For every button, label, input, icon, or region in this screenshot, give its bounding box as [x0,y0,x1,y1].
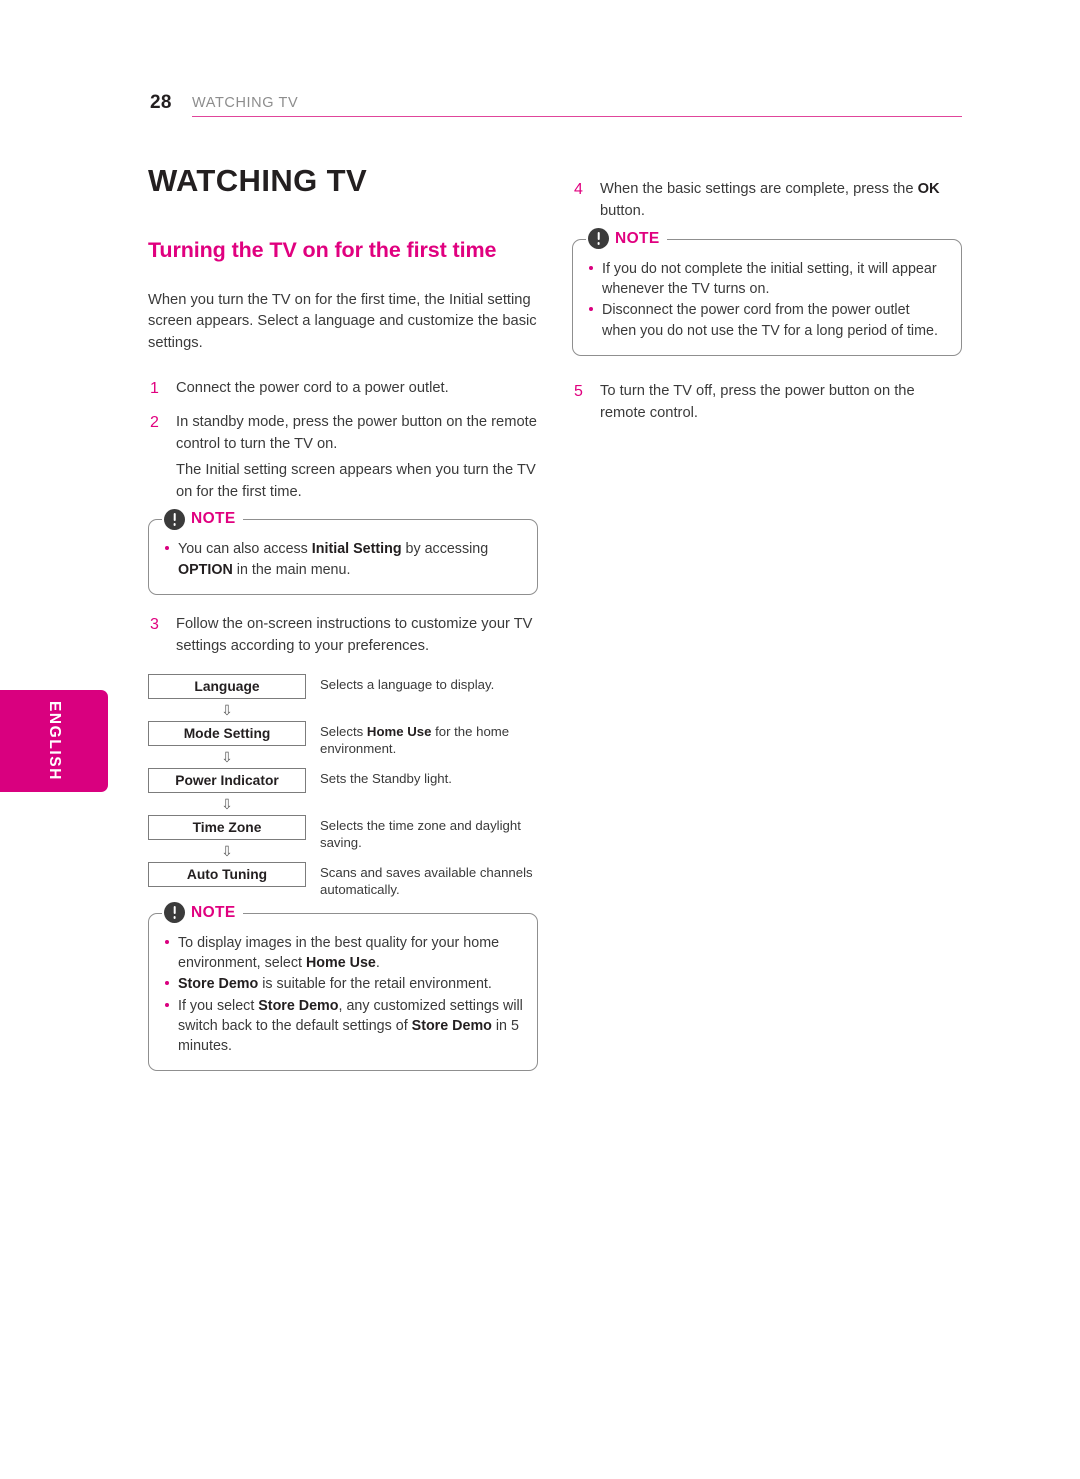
flow-row: Language Selects a language to display. [148,673,538,699]
flow-box-power-indicator: Power Indicator [148,767,306,793]
step-3-line-1: Follow the on-screen instructions to cus… [176,615,533,655]
left-column: WATCHING TV Turning the TV on for the fi… [148,165,538,1089]
note-text-post: . [375,954,380,971]
step-5: 5 To turn the TV off, press the power bu… [572,380,962,425]
flow-desc-language: Selects a language to display. [320,676,538,693]
step-5-line-1: To turn the TV off, press the power butt… [600,382,915,422]
flow-desc-pre: Selects the time zone and daylight savin… [320,817,521,851]
note-header: NOTE [586,226,667,251]
step-4-text-pre: When the basic settings are complete, pr… [600,181,918,197]
flow-desc-pre: Selects [320,723,367,739]
flow-desc-pre: Selects a language to display. [320,676,495,692]
flow-desc-pre: Sets the Standby light. [320,770,452,786]
flow-row: Mode Setting Selects Home Use for the ho… [148,720,538,756]
step-1-line-1: Connect the power cord to a power outlet… [176,379,449,396]
header-chapter-label: WATCHING TV [192,95,299,111]
right-column: 4 When the basic settings are complete, … [572,178,962,437]
note-text-mid: by accessing [401,541,489,558]
note-text-pre: If you select [178,997,259,1014]
step-1: 1 Connect the power cord to a power outl… [148,377,538,399]
flow-desc-power-indicator: Sets the Standby light. [320,770,538,787]
flow-arrow-down-icon: ⇩ [221,842,233,859]
note-list: If you do not complete the initial setti… [587,259,947,341]
note-item: If you do not complete the initial setti… [587,259,947,300]
note-header: NOTE [162,900,243,925]
note-text-post: is suitable for the retail environment. [258,976,492,993]
step-4: 4 When the basic settings are complete, … [572,178,962,223]
step-2-number: 2 [150,413,159,431]
note-box-initial-setting: NOTE You can also access Initial Setting… [148,507,538,595]
step-2-line-2: The Initial setting screen appears when … [176,461,536,500]
step-4-text-post: button. [600,203,645,220]
exclamation-circle-icon [164,508,185,530]
language-tab-label: ENGLISH [46,700,63,782]
flow-desc-bold: Home Use [366,723,432,739]
note-label: NOTE [615,229,660,247]
note-label: NOTE [191,510,236,528]
flow-desc-pre: Scans and saves available channels autom… [320,864,533,898]
step-5-body: To turn the TV off, press the power butt… [600,380,962,425]
step-4-text-bold: OK [917,181,940,197]
section-title: Turning the TV on for the first time [148,238,497,262]
page-title: WATCHING TV [148,163,368,198]
step-3-number: 3 [150,615,159,633]
flow-arrow-down-icon: ⇩ [221,748,233,765]
flow-box-time-zone: Time Zone [148,814,306,840]
step-5-number: 5 [574,382,583,400]
flow-arrow-down-icon: ⇩ [221,701,233,718]
step-1-body: Connect the power cord to a power outlet… [176,377,538,399]
note-item: If you select Store Demo, any customized… [163,996,523,1057]
flow-box-auto-tuning: Auto Tuning [148,861,306,887]
note-text-bold-1: Initial Setting [311,541,402,558]
language-tab: ENGLISH [0,690,108,792]
step-4-body: When the basic settings are complete, pr… [600,178,962,223]
note-text-bold-1: Store Demo [258,997,339,1014]
note-text-bold-2: OPTION [178,561,233,578]
step-3-body: Follow the on-screen instructions to cus… [176,613,538,658]
intro-paragraph: When you turn the TV on for the first ti… [148,291,537,352]
exclamation-circle-icon [164,902,185,924]
header-rule [192,116,962,118]
step-4-number: 4 [574,181,583,198]
flow-box-language: Language [148,673,306,699]
flow-arrow-down-icon: ⇩ [221,795,233,812]
note-text-bold-1: Store Demo [178,976,259,993]
page-number: 28 [150,92,172,113]
flow-desc-auto-tuning: Scans and saves available channels autom… [320,864,538,899]
page-header: 28 WATCHING TV [150,92,962,118]
note-item: You can also access Initial Setting by a… [163,539,523,580]
note-box-power-cord: NOTE If you do not complete the initial … [572,226,962,356]
note-box-home-use: NOTE To display images in the best quali… [148,900,538,1072]
note-label: NOTE [191,903,236,921]
note-item: To display images in the best quality fo… [163,933,523,974]
initial-setting-flowchart: Language Selects a language to display. … [148,673,538,897]
flow-desc-time-zone: Selects the time zone and daylight savin… [320,817,538,852]
flow-row: Auto Tuning Scans and saves available ch… [148,861,538,897]
step-2-body: In standby mode, press the power button … [176,411,538,503]
step-2: 2 In standby mode, press the power butto… [148,411,538,503]
note-text-bold-2: Store Demo [411,1017,492,1034]
note-item: Disconnect the power cord from the power… [587,300,947,341]
flow-row: Power Indicator Sets the Standby light. [148,767,538,793]
note-text-pre: You can also access [178,541,312,558]
note-item: Store Demo is suitable for the retail en… [163,974,523,994]
step-3: 3 Follow the on-screen instructions to c… [148,613,538,658]
exclamation-circle-icon [588,228,609,250]
step-1-number: 1 [150,379,159,397]
note-list: You can also access Initial Setting by a… [163,539,523,580]
note-text-bold-1: Home Use [305,954,376,971]
note-text-post: in the main menu. [232,561,351,578]
flow-box-mode-setting: Mode Setting [148,720,306,746]
note-list: To display images in the best quality fo… [163,933,523,1057]
flow-row: Time Zone Selects the time zone and dayl… [148,814,538,850]
step-2-line-1: In standby mode, press the power button … [176,413,537,453]
note-header: NOTE [162,507,243,532]
flow-desc-mode-setting: Selects Home Use for the home environmen… [320,723,538,758]
